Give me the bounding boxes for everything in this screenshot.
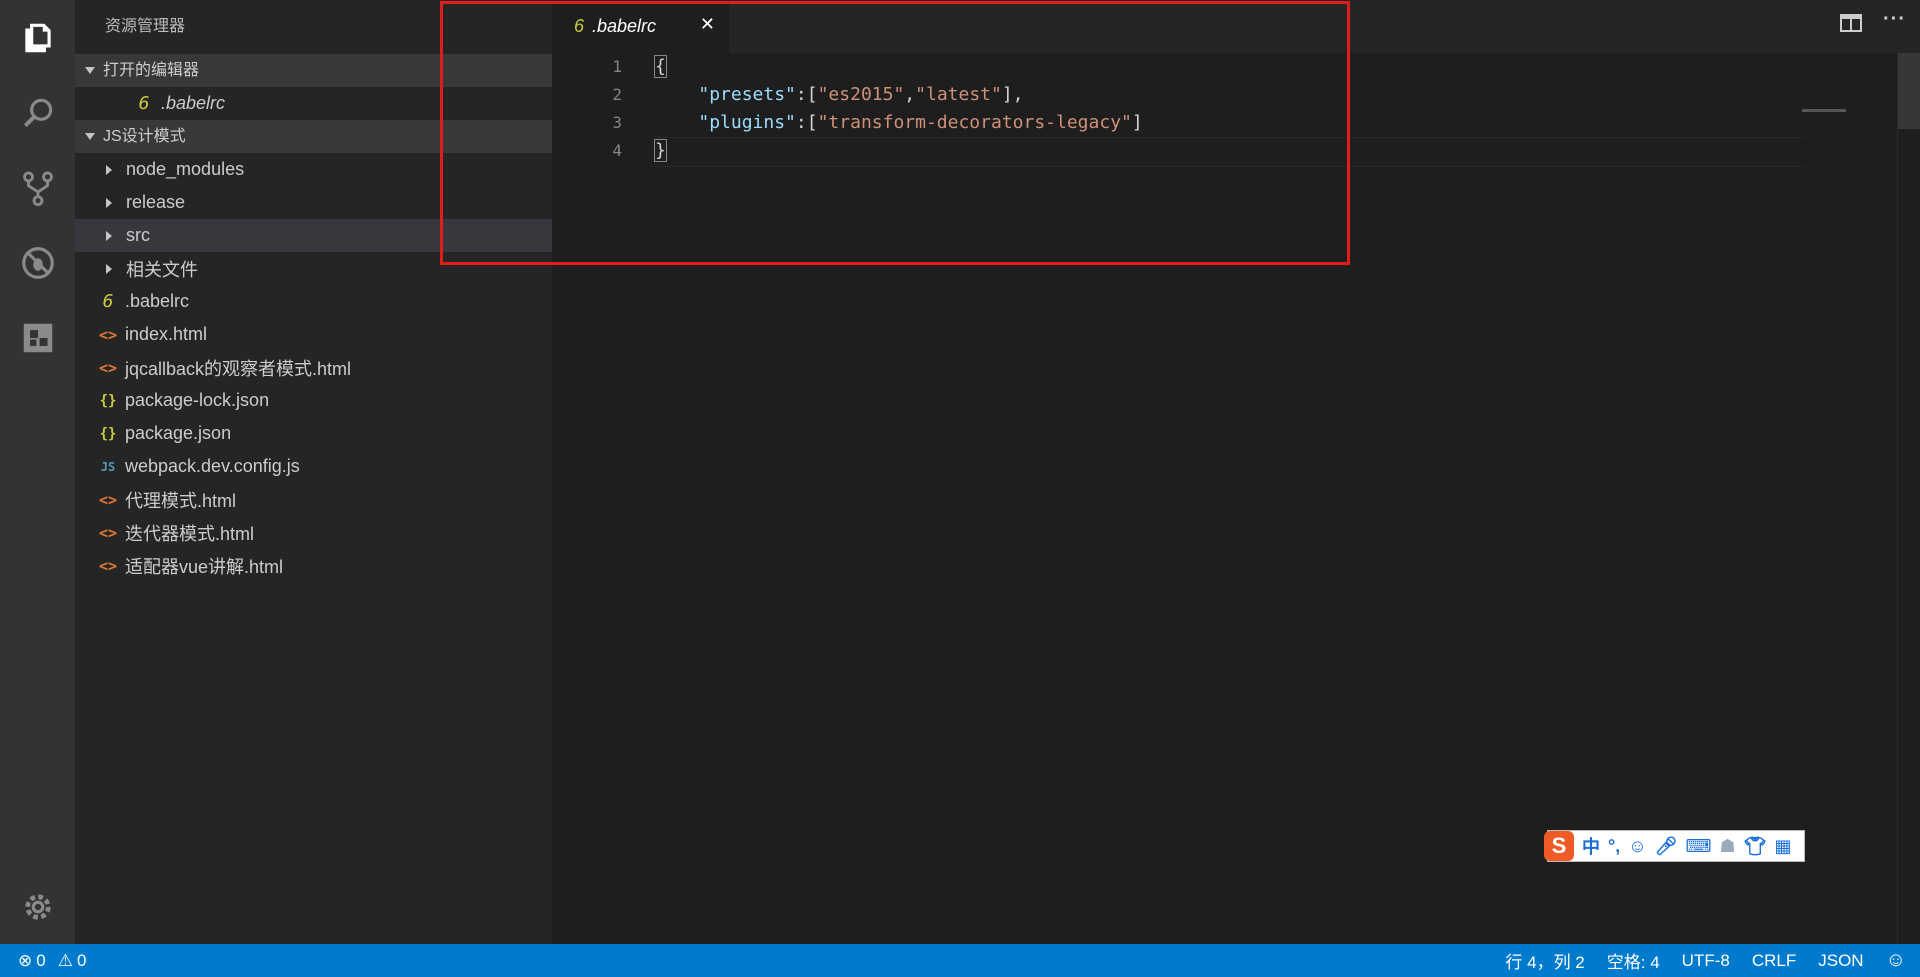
file-label: package.json xyxy=(125,423,232,443)
file-label: 适配器vue讲解.html xyxy=(125,556,284,577)
error-count: 0 xyxy=(36,950,46,970)
file-item[interactable]: <> index.html xyxy=(75,318,552,351)
file-item[interactable]: <> jqcallback的观察者模式.html xyxy=(75,351,552,384)
sogou-logo-icon: S xyxy=(1544,831,1574,861)
gear-icon[interactable] xyxy=(0,869,75,944)
encoding[interactable]: UTF-8 xyxy=(1682,951,1730,971)
debug-icon[interactable] xyxy=(0,225,75,300)
chevron-right-icon xyxy=(106,164,112,175)
file-label: package-lock.json xyxy=(125,390,270,410)
ime-toolbar[interactable]: S 中 °, ☺ 🎤︎ ⌨ ☗ 👕︎ ▦ xyxy=(1544,830,1805,862)
activity-bar xyxy=(0,0,75,944)
file-item[interactable]: {} package.json xyxy=(75,417,552,450)
html-file-icon: <> xyxy=(98,325,118,344)
error-icon: ⊗ xyxy=(18,950,33,970)
explorer-icon[interactable] xyxy=(0,0,75,75)
warning-icon: ⚠ xyxy=(57,950,73,970)
expand-icon xyxy=(85,67,95,74)
user-icon[interactable]: ☗ xyxy=(1719,836,1735,857)
file-label: index.html xyxy=(125,324,208,344)
file-label: 代理模式.html xyxy=(125,490,237,511)
chevron-right-icon xyxy=(106,230,112,241)
keyboard-icon[interactable]: ⌨ xyxy=(1685,836,1711,857)
folder-label: node_modules xyxy=(126,159,245,179)
babel-icon: 6 xyxy=(102,291,114,312)
minimap[interactable] xyxy=(1802,109,1846,112)
expand-icon xyxy=(85,133,95,140)
emoji-icon[interactable]: ☺ xyxy=(1628,836,1646,857)
file-label: webpack.dev.config.js xyxy=(125,456,300,476)
split-editor-icon[interactable] xyxy=(1840,14,1862,38)
file-item[interactable]: JS webpack.dev.config.js xyxy=(75,450,552,483)
more-actions-icon[interactable]: ··· xyxy=(1883,8,1906,31)
line-ending[interactable]: CRLF xyxy=(1752,951,1796,971)
feedback-smiley-icon[interactable]: ☺ xyxy=(1886,949,1906,972)
search-icon[interactable] xyxy=(0,75,75,150)
babel-icon: 6 xyxy=(138,93,150,114)
highlight-box xyxy=(440,1,1350,265)
file-label: 迭代器模式.html xyxy=(125,523,255,544)
html-file-icon: <> xyxy=(98,556,118,575)
file-item[interactable]: {} package-lock.json xyxy=(75,384,552,417)
file-label: .babelrc xyxy=(125,291,190,311)
file-item[interactable]: <> 适配器vue讲解.html xyxy=(75,549,552,582)
status-bar: ⊗ 0 ⚠ 0 行 4，列 2 空格: 4 UTF-8 CRLF JSON ☺ xyxy=(0,944,1920,977)
folder-label: 相关文件 xyxy=(126,259,198,280)
html-file-icon: <> xyxy=(98,358,118,377)
file-item[interactable]: 6 .babelrc xyxy=(75,285,552,318)
open-editors-label: 打开的编辑器 xyxy=(103,62,200,79)
json-file-icon: {} xyxy=(99,425,117,442)
mic-icon[interactable]: 🎤︎ xyxy=(1655,836,1678,857)
folder-label: src xyxy=(126,225,150,245)
editor-scrollbar[interactable] xyxy=(1897,53,1920,944)
js-file-icon: JS xyxy=(100,459,116,474)
ime-mode[interactable]: 中 xyxy=(1582,833,1600,859)
folder-label: release xyxy=(126,192,186,212)
skin-icon[interactable]: 👕︎ xyxy=(1744,836,1767,857)
html-file-icon: <> xyxy=(98,523,118,542)
warning-count: 0 xyxy=(76,950,87,970)
open-editor-label: .babelrc xyxy=(161,93,226,113)
cursor-position[interactable]: 行 4，列 2 xyxy=(1505,948,1584,973)
scrollbar-thumb[interactable] xyxy=(1898,53,1920,129)
chevron-right-icon xyxy=(106,263,112,274)
extensions-icon[interactable] xyxy=(0,300,75,375)
file-item[interactable]: <> 代理模式.html xyxy=(75,483,552,516)
json-file-icon: {} xyxy=(99,392,117,409)
chevron-right-icon xyxy=(106,197,112,208)
ime-punct[interactable]: °, xyxy=(1608,836,1620,857)
html-file-icon: <> xyxy=(98,490,118,509)
indentation[interactable]: 空格: 4 xyxy=(1607,948,1660,973)
source-control-icon[interactable] xyxy=(0,150,75,225)
project-label: JS设计模式 xyxy=(103,128,186,145)
grid-icon[interactable]: ▦ xyxy=(1774,836,1791,857)
file-item[interactable]: <> 迭代器模式.html xyxy=(75,516,552,549)
language-mode[interactable]: JSON xyxy=(1818,951,1863,971)
problems-indicator[interactable]: ⊗ 0 ⚠ 0 xyxy=(18,951,86,971)
file-label: jqcallback的观察者模式.html xyxy=(125,358,352,379)
